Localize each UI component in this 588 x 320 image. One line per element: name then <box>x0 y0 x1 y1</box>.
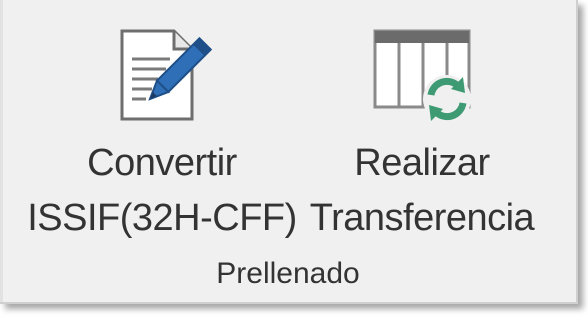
ribbon-group-prellenado: Convertir ISSIF(32H-CFF) Realizar Transf… <box>0 0 578 304</box>
convertir-label: Convertir <box>87 142 237 184</box>
ribbon-group-label: Prellenado <box>216 257 360 290</box>
document-edit-icon <box>112 25 213 130</box>
realizar-label: Realizar <box>354 142 490 184</box>
realizar-transferencia-button[interactable]: Realizar Transferencia <box>302 14 542 244</box>
issif-label: ISSIF(32H-CFF) <box>27 197 297 239</box>
transferencia-label: Transferencia <box>309 197 535 239</box>
table-refresh-icon <box>367 25 477 130</box>
convertir-issif-button[interactable]: Convertir ISSIF(32H-CFF) <box>20 14 304 244</box>
